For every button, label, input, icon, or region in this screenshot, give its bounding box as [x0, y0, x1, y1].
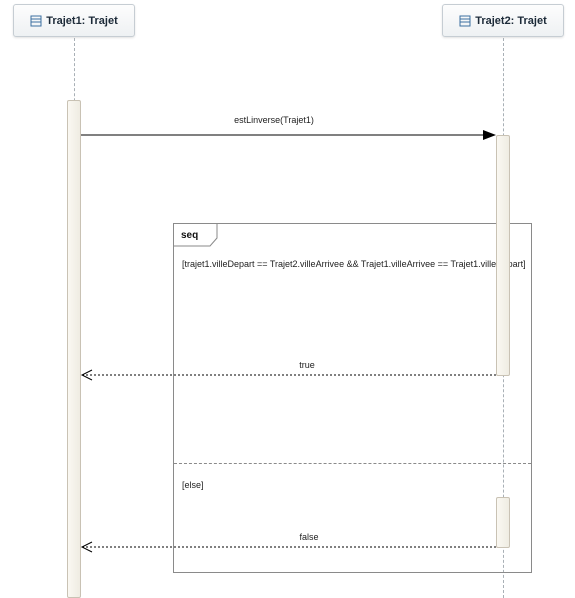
call-message-arrowhead: [483, 130, 496, 140]
call-message-label: estLinverse(Trajet1): [234, 115, 314, 125]
return-true-label: true: [299, 360, 315, 370]
message-arrows: [80, 130, 496, 553]
return-false-label: false: [299, 532, 319, 542]
